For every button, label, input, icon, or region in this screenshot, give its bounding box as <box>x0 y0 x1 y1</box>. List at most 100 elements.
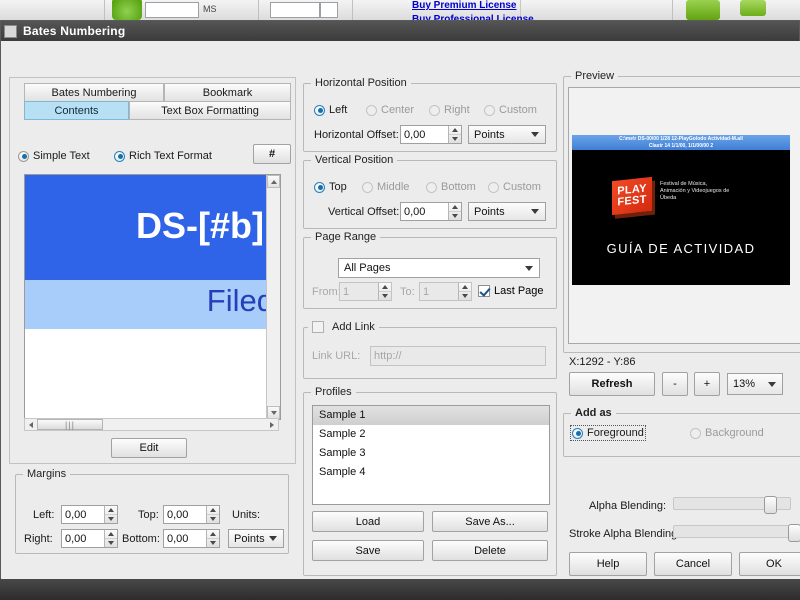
margins-units-select[interactable]: Points <box>228 529 284 548</box>
preview-zoom-select[interactable]: 13% <box>727 373 783 395</box>
buy-premium-license-link[interactable]: Buy Premium License <box>412 0 516 11</box>
radio-background[interactable]: Background <box>690 427 764 439</box>
zoom-field[interactable] <box>270 2 320 18</box>
add-link-caption: Add Link <box>332 321 375 333</box>
cancel-button[interactable]: Cancel <box>654 552 732 576</box>
page-range-from-input[interactable]: 1 <box>339 282 392 301</box>
radio-horizontal-custom[interactable]: Custom <box>484 104 537 116</box>
horizontal-offset-stepper[interactable] <box>448 126 461 143</box>
save-profile-button[interactable]: Save <box>312 540 424 561</box>
scrollbar-grip[interactable]: ||| <box>37 419 103 430</box>
preview-text-line1: DS-[#b] <box>136 205 264 246</box>
page-range-caption: Page Range <box>311 231 381 243</box>
stroke-alpha-blending-slider[interactable] <box>673 524 800 542</box>
radio-horizontal-center[interactable]: Center <box>366 104 414 116</box>
zoom-dropdown-button[interactable] <box>320 2 338 18</box>
link-url-value: http:// <box>374 350 402 362</box>
horizontal-scrollbar[interactable]: ||| <box>24 418 279 431</box>
radio-vertical-custom[interactable]: Custom <box>488 181 541 193</box>
page-range-select[interactable]: All Pages <box>338 258 540 278</box>
save-as-profile-button[interactable]: Save As... <box>432 511 548 532</box>
preview-viewport[interactable]: C:\me\r DS-00\00 1/28 12-PlayGolodo Acti… <box>568 87 800 344</box>
insert-field-button[interactable]: # <box>253 144 291 164</box>
page-number-spinner[interactable] <box>145 2 199 18</box>
margin-top-stepper[interactable] <box>206 506 219 523</box>
radio-label-vertical-bottom: Bottom <box>441 181 476 193</box>
margin-right-label: Right: <box>24 533 53 545</box>
vertical-offset-stepper[interactable] <box>448 203 461 220</box>
toolbar-green-icon[interactable] <box>686 0 720 20</box>
list-item[interactable]: Sample 3 <box>313 444 549 463</box>
tab-contents[interactable]: Contents <box>24 101 129 120</box>
radio-dot-icon <box>314 104 325 116</box>
radio-rich-text-format[interactable]: Rich Text Format <box>114 150 212 162</box>
margin-left-stepper[interactable] <box>104 506 117 523</box>
link-url-input[interactable]: http:// <box>370 346 546 366</box>
list-item[interactable]: Sample 2 <box>313 425 549 444</box>
profiles-list[interactable]: Sample 1 Sample 2 Sample 3 Sample 4 <box>312 405 550 505</box>
horizontal-offset-label: Horizontal Offset: <box>314 129 399 141</box>
margin-left-input[interactable]: 0,00 <box>61 505 118 524</box>
zoom-out-button[interactable]: - <box>662 372 688 396</box>
load-profile-button[interactable]: Load <box>312 511 424 532</box>
radio-horizontal-left[interactable]: Left <box>314 104 347 116</box>
bates-numbering-dialog: Bates Numbering Bates Numbering Bookmark… <box>0 20 800 579</box>
slider-thumb[interactable] <box>788 524 800 542</box>
last-page-checkbox[interactable]: Last Page <box>478 285 544 297</box>
radio-vertical-bottom[interactable]: Bottom <box>426 181 476 193</box>
edit-button[interactable]: Edit <box>111 438 187 458</box>
chevron-left-icon <box>29 421 33 428</box>
list-item[interactable]: Sample 4 <box>313 463 549 482</box>
playfest-logo-caption: Festival de Música, Animación y Videojue… <box>660 181 730 201</box>
add-link-checkbox[interactable] <box>312 321 328 333</box>
preview-header-line2: Clastr 14 1/1/00, 1/1/00/00 2 <box>648 143 714 149</box>
list-item[interactable]: Sample 1 <box>313 406 549 425</box>
margin-right-input[interactable]: 0,00 <box>61 529 118 548</box>
radio-dot-icon <box>429 104 440 116</box>
margin-bottom-label: Bottom: <box>122 533 160 545</box>
page-range-to-value: 1 <box>423 285 430 298</box>
vertical-units-select[interactable]: Points <box>468 202 546 221</box>
radio-vertical-middle[interactable]: Middle <box>362 181 409 193</box>
margin-right-stepper[interactable] <box>104 530 117 547</box>
tab-bates-numbering[interactable]: Bates Numbering <box>24 83 164 102</box>
toolbar-green-icon-2[interactable] <box>740 0 766 16</box>
tab-text-box-formatting[interactable]: Text Box Formatting <box>129 101 291 120</box>
scroll-left-button[interactable] <box>25 419 37 430</box>
page-range-to-stepper[interactable] <box>458 283 471 300</box>
preview-document-title: GUÍA DE ACTIVIDAD <box>606 241 756 256</box>
scroll-right-button[interactable] <box>266 419 278 430</box>
dialog-title: Bates Numbering <box>23 24 126 38</box>
vertical-offset-input[interactable]: 0,00 <box>400 202 462 221</box>
horizontal-offset-input[interactable]: 0,00 <box>400 125 462 144</box>
vertical-scrollbar[interactable] <box>266 175 280 419</box>
rich-text-preview[interactable]: DS-[#b] Filed <box>24 174 281 420</box>
alpha-blending-slider[interactable] <box>673 496 791 514</box>
margin-top-input[interactable]: 0,00 <box>163 505 220 524</box>
radio-vertical-top[interactable]: Top <box>314 181 347 193</box>
horizontal-position-group: Horizontal Position Left Center Right Cu… <box>303 77 557 152</box>
margin-left-label: Left: <box>33 509 55 521</box>
tab-bookmark[interactable]: Bookmark <box>164 83 291 102</box>
ok-button[interactable]: OK <box>739 552 800 576</box>
playfest-logo: PLAY FEST <box>612 176 652 216</box>
chevron-down-icon <box>269 536 277 541</box>
slider-thumb[interactable] <box>764 496 777 514</box>
page-range-from-stepper[interactable] <box>378 283 391 300</box>
radio-horizontal-right[interactable]: Right <box>429 104 470 116</box>
margin-bottom-stepper[interactable] <box>206 530 219 547</box>
margin-bottom-input[interactable]: 0,00 <box>163 529 220 548</box>
radio-foreground[interactable]: Foreground <box>570 425 646 441</box>
app-logo-icon <box>112 0 142 20</box>
scroll-up-button[interactable] <box>267 175 280 188</box>
checkbox-icon <box>312 321 324 333</box>
preview-coordinates: X:1292 - Y:86 <box>569 356 636 368</box>
refresh-preview-button[interactable]: Refresh <box>569 372 655 396</box>
horizontal-units-select[interactable]: Points <box>468 125 546 144</box>
help-button[interactable]: Help <box>569 552 647 576</box>
radio-simple-text[interactable]: Simple Text <box>18 150 90 162</box>
zoom-in-button[interactable]: + <box>694 372 720 396</box>
playfest-logo-line2: FEST <box>617 193 647 209</box>
delete-profile-button[interactable]: Delete <box>432 540 548 561</box>
page-range-to-input[interactable]: 1 <box>419 282 472 301</box>
